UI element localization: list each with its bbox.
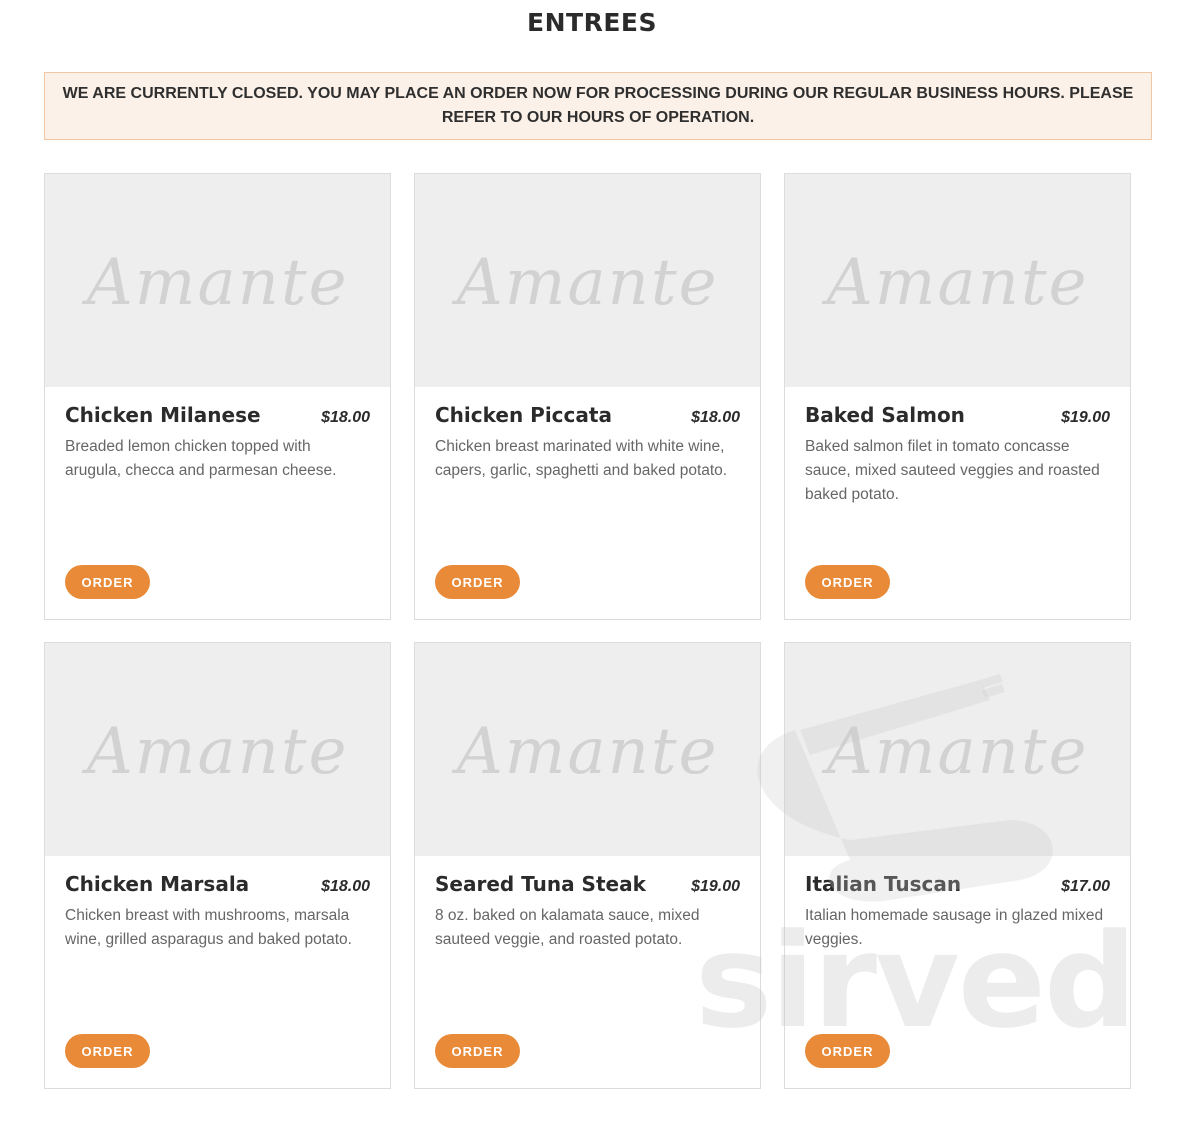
menu-item-card: Amante Chicken Marsala $18.00 Chicken br… <box>44 642 391 1089</box>
menu-item-card: Amante Chicken Piccata $18.00 Chicken br… <box>414 173 761 620</box>
item-name: Baked Salmon <box>805 403 965 427</box>
item-name: Seared Tuna Steak <box>435 872 646 896</box>
item-description: Breaded lemon chicken topped with arugul… <box>65 438 337 479</box>
menu-item-card: Amante Seared Tuna Steak $19.00 8 oz. ba… <box>414 642 761 1089</box>
item-image: Amante <box>785 174 1130 387</box>
menu-item-card: Amante Chicken Milanese $18.00 Breaded l… <box>44 173 391 620</box>
item-image: Amante <box>785 643 1130 856</box>
item-name: Chicken Piccata <box>435 403 612 427</box>
item-price: $18.00 <box>691 409 740 426</box>
menu-item-card: Amante Italian Tuscan $17.00 Italian hom… <box>784 642 1131 1089</box>
menu-item-card: Amante Baked Salmon $19.00 Baked salmon … <box>784 173 1131 620</box>
item-name: Chicken Marsala <box>65 872 250 896</box>
order-button[interactable]: ORDER <box>435 1034 520 1068</box>
item-description: Italian homemade sausage in glazed mixed… <box>805 907 1104 948</box>
item-name: Chicken Milanese <box>65 403 261 427</box>
order-button[interactable]: ORDER <box>805 1034 890 1068</box>
item-image: Amante <box>45 174 390 387</box>
item-description: Baked salmon filet in tomato concasse sa… <box>805 438 1100 503</box>
item-description: Chicken breast marinated with white wine… <box>435 438 728 479</box>
amante-logo: Amante <box>86 714 349 789</box>
closed-notice: WE ARE CURRENTLY CLOSED. YOU MAY PLACE A… <box>44 72 1152 140</box>
item-image: Amante <box>45 643 390 856</box>
item-price: $19.00 <box>1061 409 1110 426</box>
item-price: $18.00 <box>321 878 370 895</box>
order-button[interactable]: ORDER <box>435 565 520 599</box>
order-button[interactable]: ORDER <box>805 565 890 599</box>
item-price: $17.00 <box>1061 878 1110 895</box>
item-name: Italian Tuscan <box>805 872 962 896</box>
amante-logo: Amante <box>456 714 719 789</box>
item-image: Amante <box>415 174 760 387</box>
item-price: $18.00 <box>321 409 370 426</box>
item-image: Amante <box>415 643 760 856</box>
amante-logo: Amante <box>826 714 1089 789</box>
item-description: 8 oz. baked on kalamata sauce, mixed sau… <box>435 907 700 948</box>
amante-logo: Amante <box>456 245 719 320</box>
order-button[interactable]: ORDER <box>65 1034 150 1068</box>
closed-notice-text: WE ARE CURRENTLY CLOSED. YOU MAY PLACE A… <box>62 85 1134 126</box>
page-title: ENTREES <box>527 8 657 37</box>
item-price: $19.00 <box>691 878 740 895</box>
amante-logo: Amante <box>86 245 349 320</box>
order-button[interactable]: ORDER <box>65 565 150 599</box>
amante-logo: Amante <box>826 245 1089 320</box>
menu-grid: Amante Chicken Milanese $18.00 Breaded l… <box>44 173 1131 1089</box>
item-description: Chicken breast with mushrooms, marsala w… <box>65 907 352 948</box>
